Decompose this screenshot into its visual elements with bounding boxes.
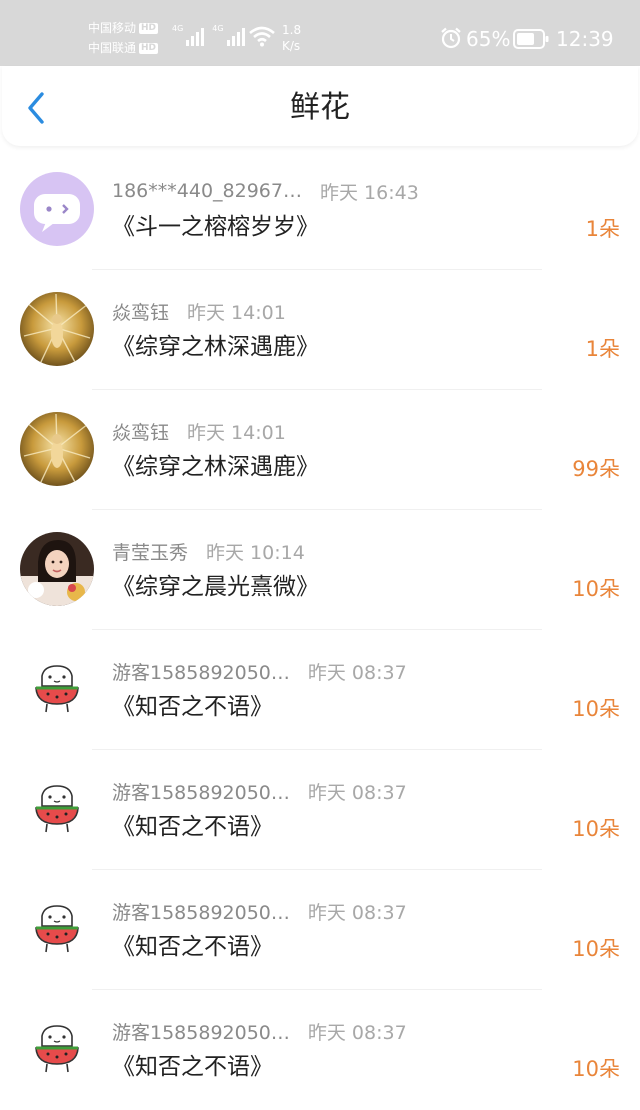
avatar[interactable] [20,772,94,846]
flower-count: 10朵 [572,937,620,961]
flower-count: 10朵 [572,697,620,721]
status-bar: 中国移动 HD 中国联通 HD 4G 4G 1.8 K/s 65% 12:39 [0,0,640,66]
network-type-2: 4G [212,24,224,33]
username: 游客1585892050… [112,1021,290,1044]
username: 焱鸾钰 [112,421,170,444]
carrier-info: 中国移动 HD 中国联通 HD [88,18,159,58]
book-title: 《综穿之晨光熹微》 [112,574,319,600]
clock: 12:39 [556,27,614,51]
signal-2-icon: 4G [212,24,245,46]
list-item[interactable]: 焱鸾钰 昨天 14:01 《综穿之林深遇鹿》 1朵 [0,270,640,390]
golden-photo-avatar-icon [20,292,94,366]
page-header: 鲜花 [2,66,638,146]
list-item[interactable]: 游客1585892050… 昨天 08:37 《知否之不语》 10朵 [0,750,640,870]
book-title: 《综穿之林深遇鹿》 [112,334,319,360]
username: 焱鸾钰 [112,301,170,324]
speed-value: 1.8 [282,23,302,37]
golden-photo-avatar-icon [20,412,94,486]
avatar[interactable] [20,292,94,366]
chat-bubble-avatar-icon [20,172,94,246]
book-title: 《知否之不语》 [112,1054,273,1080]
list-item[interactable]: 焱鸾钰 昨天 14:01 《综穿之林深遇鹿》 99朵 [0,390,640,510]
timestamp: 昨天 08:37 [307,901,407,924]
portrait-photo-avatar-icon [20,532,94,606]
timestamp: 昨天 16:43 [319,181,419,204]
item-meta: 青莹玉秀 昨天 10:14 [112,536,305,566]
item-meta: 186***440_82967… 昨天 16:43 [112,176,419,206]
network-type-1: 4G [172,24,184,33]
avatar[interactable] [20,1012,94,1086]
avatar[interactable] [20,652,94,726]
wifi-icon [249,26,275,47]
watermelon-cartoon-avatar-icon [20,1012,94,1086]
item-meta: 游客1585892050… 昨天 08:37 [112,896,407,926]
watermelon-cartoon-avatar-icon [20,892,94,966]
signal-group: 4G 4G [172,24,245,46]
speed-unit: K/s [282,39,301,53]
item-meta: 游客1585892050… 昨天 08:37 [112,656,407,686]
battery-percent: 65% [466,27,511,51]
signal-1-icon: 4G [172,24,205,46]
avatar[interactable] [20,412,94,486]
list-item[interactable]: 游客1585892050… 昨天 08:37 《知否之不语》 10朵 [0,630,640,750]
page-title: 鲜花 [290,90,350,125]
timestamp: 昨天 08:37 [307,781,407,804]
username: 游客1585892050… [112,781,290,804]
avatar[interactable] [20,172,94,246]
book-title: 《综穿之林深遇鹿》 [112,454,319,480]
item-meta: 游客1585892050… 昨天 08:37 [112,1016,407,1046]
carrier-2: 中国联通 [88,41,137,55]
network-speed: 1.8 K/s [282,22,301,54]
list-item[interactable]: 游客1585892050… 昨天 08:37 《知否之不语》 10朵 [0,870,640,990]
item-meta: 游客1585892050… 昨天 08:37 [112,776,407,806]
hd-badge: HD [139,42,159,54]
username: 游客1585892050… [112,901,290,924]
list-item[interactable]: 青莹玉秀 昨天 10:14 《综穿之晨光熹微》 10朵 [0,510,640,630]
flower-count: 10朵 [572,817,620,841]
flower-list: 186***440_82967… 昨天 16:43 《斗一之榕榕岁岁》 1朵 焱… [0,150,640,1110]
item-meta: 焱鸾钰 昨天 14:01 [112,296,286,326]
timestamp: 昨天 14:01 [187,421,286,444]
item-meta: 焱鸾钰 昨天 14:01 [112,416,286,446]
book-title: 《知否之不语》 [112,934,273,960]
carrier-1: 中国移动 [88,21,137,35]
watermelon-cartoon-avatar-icon [20,772,94,846]
username: 游客1585892050… [112,661,290,684]
flower-count: 99朵 [572,457,620,481]
timestamp: 昨天 10:14 [206,541,305,564]
username: 青莹玉秀 [112,541,189,564]
avatar[interactable] [20,532,94,606]
flower-count: 1朵 [585,337,620,361]
timestamp: 昨天 08:37 [307,661,407,684]
book-title: 《知否之不语》 [112,694,273,720]
timestamp: 昨天 08:37 [307,1021,407,1044]
username: 186***440_82967… [112,180,302,202]
flower-count: 1朵 [585,217,620,241]
flower-count: 10朵 [572,577,620,601]
watermelon-cartoon-avatar-icon [20,652,94,726]
list-item[interactable]: 186***440_82967… 昨天 16:43 《斗一之榕榕岁岁》 1朵 [0,150,640,270]
alarm-icon [441,27,461,49]
avatar[interactable] [20,892,94,966]
book-title: 《斗一之榕榕岁岁》 [112,214,319,240]
battery-icon [513,29,549,49]
timestamp: 昨天 14:01 [187,301,286,324]
hd-badge: HD [139,22,159,34]
list-item[interactable]: 游客1585892050… 昨天 08:37 《知否之不语》 10朵 [0,990,640,1110]
book-title: 《知否之不语》 [112,814,273,840]
flower-count: 10朵 [572,1057,620,1081]
